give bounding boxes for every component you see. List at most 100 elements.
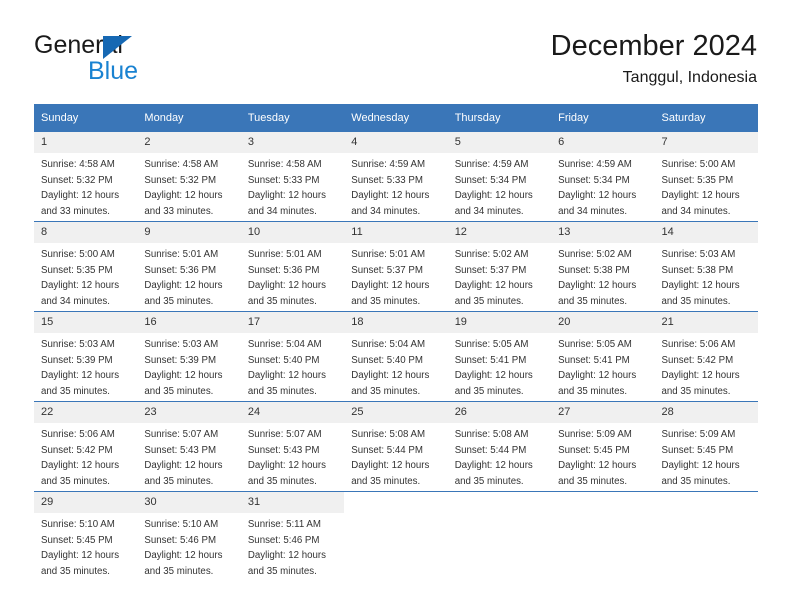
calendar-day-cell-empty (654, 491, 758, 581)
calendar-week-row: 1 Sunrise: 4:58 AM Sunset: 5:32 PM Dayli… (34, 132, 758, 222)
daylight-text-line2: and 35 minutes. (454, 476, 524, 488)
sunset-text: Sunset: 5:35 PM (661, 174, 734, 186)
day-number: 23 (137, 402, 241, 423)
day-details: Sunrise: 5:09 AM Sunset: 5:45 PM Dayligh… (551, 423, 654, 490)
sunset-text: Sunset: 5:43 PM (247, 444, 320, 456)
calendar-day-cell[interactable]: 10 Sunrise: 5:01 AM Sunset: 5:36 PM Dayl… (240, 221, 345, 312)
day-details: Sunrise: 5:05 AM Sunset: 5:41 PM Dayligh… (448, 333, 551, 400)
calendar-day-cell[interactable]: 28 Sunrise: 5:09 AM Sunset: 5:45 PM Dayl… (654, 401, 758, 492)
daylight-text-line2: and 35 minutes. (144, 566, 214, 578)
calendar-day-cell[interactable]: 27 Sunrise: 5:09 AM Sunset: 5:45 PM Dayl… (551, 401, 655, 492)
daylight-text-line1: Daylight: 12 hours (41, 190, 120, 202)
calendar-day-cell[interactable]: 24 Sunrise: 5:07 AM Sunset: 5:43 PM Dayl… (240, 401, 345, 492)
sunset-text: Sunset: 5:37 PM (454, 264, 527, 276)
calendar-day-cell[interactable]: 15 Sunrise: 5:03 AM Sunset: 5:39 PM Dayl… (34, 311, 138, 402)
daylight-text-line1: Daylight: 12 hours (661, 370, 740, 382)
sunset-text: Sunset: 5:38 PM (661, 264, 734, 276)
day-number: 12 (447, 222, 552, 243)
sunset-text: Sunset: 5:38 PM (558, 264, 630, 276)
daylight-text-line2: and 35 minutes. (144, 386, 214, 398)
sunrise-text: Sunrise: 5:11 AM (247, 519, 321, 530)
day-details: Sunrise: 4:58 AM Sunset: 5:32 PM Dayligh… (137, 153, 240, 220)
calendar-day-cell[interactable]: 17 Sunrise: 5:04 AM Sunset: 5:40 PM Dayl… (240, 311, 345, 402)
day-details: Sunrise: 5:10 AM Sunset: 5:45 PM Dayligh… (34, 513, 137, 580)
daylight-text-line1: Daylight: 12 hours (661, 280, 740, 292)
day-details: Sunrise: 5:05 AM Sunset: 5:41 PM Dayligh… (551, 333, 654, 400)
calendar-day-cell[interactable]: 11 Sunrise: 5:01 AM Sunset: 5:37 PM Dayl… (344, 221, 448, 312)
day-number: 18 (344, 312, 448, 333)
calendar-day-cell[interactable]: 19 Sunrise: 5:05 AM Sunset: 5:41 PM Dayl… (447, 311, 552, 402)
sunset-text: Sunset: 5:45 PM (558, 444, 630, 456)
calendar-day-cell[interactable]: 9 Sunrise: 5:01 AM Sunset: 5:36 PM Dayli… (137, 221, 241, 312)
day-details: Sunrise: 5:07 AM Sunset: 5:43 PM Dayligh… (137, 423, 240, 490)
sunrise-text: Sunrise: 5:02 AM (558, 249, 632, 260)
day-number: 29 (34, 492, 138, 513)
calendar-day-cell[interactable]: 8 Sunrise: 5:00 AM Sunset: 5:35 PM Dayli… (34, 221, 138, 312)
day-details: Sunrise: 5:03 AM Sunset: 5:39 PM Dayligh… (34, 333, 137, 400)
general-blue-logo[interactable]: General Blue (34, 33, 214, 85)
daylight-text-line2: and 35 minutes. (351, 476, 421, 488)
day-details: Sunrise: 5:03 AM Sunset: 5:39 PM Dayligh… (137, 333, 240, 400)
day-number: 25 (344, 402, 448, 423)
calendar-day-cell[interactable]: 29 Sunrise: 5:10 AM Sunset: 5:45 PM Dayl… (34, 491, 138, 581)
calendar-day-cell[interactable]: 31 Sunrise: 5:11 AM Sunset: 5:46 PM Dayl… (240, 491, 345, 581)
calendar-day-cell[interactable]: 4 Sunrise: 4:59 AM Sunset: 5:33 PM Dayli… (344, 132, 448, 222)
calendar-day-cell[interactable]: 1 Sunrise: 4:58 AM Sunset: 5:32 PM Dayli… (34, 132, 138, 222)
day-number: 31 (240, 492, 345, 513)
sunrise-text: Sunrise: 5:09 AM (661, 429, 736, 440)
daylight-text-line1: Daylight: 12 hours (351, 370, 430, 382)
day-details: Sunrise: 5:03 AM Sunset: 5:38 PM Dayligh… (655, 243, 758, 310)
sunset-text: Sunset: 5:45 PM (41, 534, 113, 546)
day-number (551, 492, 654, 513)
calendar-day-cell[interactable]: 25 Sunrise: 5:08 AM Sunset: 5:44 PM Dayl… (344, 401, 448, 492)
sunrise-text: Sunrise: 5:01 AM (351, 249, 426, 260)
daylight-text-line1: Daylight: 12 hours (558, 280, 637, 292)
calendar-day-cell[interactable]: 12 Sunrise: 5:02 AM Sunset: 5:37 PM Dayl… (447, 221, 552, 312)
calendar-day-cell-empty (551, 491, 655, 581)
daylight-text-line1: Daylight: 12 hours (247, 460, 326, 472)
calendar-day-cell[interactable]: 23 Sunrise: 5:07 AM Sunset: 5:43 PM Dayl… (137, 401, 241, 492)
page-title: December 2024 (550, 30, 757, 62)
day-details: Sunrise: 5:01 AM Sunset: 5:36 PM Dayligh… (241, 243, 344, 310)
daylight-text-line2: and 35 minutes. (144, 476, 214, 488)
day-details: Sunrise: 4:58 AM Sunset: 5:33 PM Dayligh… (241, 153, 344, 220)
sunrise-text: Sunrise: 5:04 AM (351, 339, 426, 350)
calendar-day-cell[interactable]: 5 Sunrise: 4:59 AM Sunset: 5:34 PM Dayli… (447, 132, 552, 222)
calendar-day-cell[interactable]: 30 Sunrise: 5:10 AM Sunset: 5:46 PM Dayl… (137, 491, 241, 581)
day-details: Sunrise: 4:59 AM Sunset: 5:33 PM Dayligh… (344, 153, 447, 220)
day-details: Sunrise: 5:00 AM Sunset: 5:35 PM Dayligh… (34, 243, 137, 310)
logo-triangle-icon (103, 36, 132, 59)
calendar-day-cell[interactable]: 20 Sunrise: 5:05 AM Sunset: 5:41 PM Dayl… (551, 311, 655, 402)
day-number: 1 (34, 132, 138, 153)
calendar-day-cell[interactable]: 6 Sunrise: 4:59 AM Sunset: 5:34 PM Dayli… (551, 132, 655, 222)
calendar-day-cell[interactable]: 7 Sunrise: 5:00 AM Sunset: 5:35 PM Dayli… (654, 132, 758, 222)
calendar-day-cell[interactable]: 3 Sunrise: 4:58 AM Sunset: 5:33 PM Dayli… (240, 132, 345, 222)
sunrise-text: Sunrise: 4:59 AM (558, 159, 632, 170)
calendar-day-cell[interactable]: 14 Sunrise: 5:03 AM Sunset: 5:38 PM Dayl… (654, 221, 758, 312)
day-number (344, 492, 447, 513)
daylight-text-line1: Daylight: 12 hours (247, 190, 326, 202)
sunrise-text: Sunrise: 5:10 AM (41, 519, 115, 530)
day-number: 3 (240, 132, 345, 153)
calendar-day-cell[interactable]: 2 Sunrise: 4:58 AM Sunset: 5:32 PM Dayli… (137, 132, 241, 222)
calendar-day-cell[interactable]: 26 Sunrise: 5:08 AM Sunset: 5:44 PM Dayl… (447, 401, 552, 492)
calendar-day-cell[interactable]: 18 Sunrise: 5:04 AM Sunset: 5:40 PM Dayl… (344, 311, 448, 402)
sunrise-text: Sunrise: 5:10 AM (144, 519, 219, 530)
calendar-day-cell[interactable]: 13 Sunrise: 5:02 AM Sunset: 5:38 PM Dayl… (551, 221, 655, 312)
day-details: Sunrise: 5:00 AM Sunset: 5:35 PM Dayligh… (655, 153, 758, 220)
sunset-text: Sunset: 5:32 PM (41, 174, 113, 186)
calendar-day-cell[interactable]: 22 Sunrise: 5:06 AM Sunset: 5:42 PM Dayl… (34, 401, 138, 492)
daylight-text-line1: Daylight: 12 hours (661, 460, 740, 472)
day-number: 28 (654, 402, 758, 423)
sunset-text: Sunset: 5:33 PM (247, 174, 320, 186)
sunrise-text: Sunrise: 5:06 AM (661, 339, 736, 350)
daylight-text-line1: Daylight: 12 hours (454, 190, 533, 202)
daylight-text-line1: Daylight: 12 hours (144, 550, 223, 562)
day-number: 17 (240, 312, 345, 333)
sunrise-text: Sunrise: 5:07 AM (144, 429, 219, 440)
daylight-text-line1: Daylight: 12 hours (454, 370, 533, 382)
calendar-day-cell[interactable]: 21 Sunrise: 5:06 AM Sunset: 5:42 PM Dayl… (654, 311, 758, 402)
calendar-day-cell[interactable]: 16 Sunrise: 5:03 AM Sunset: 5:39 PM Dayl… (137, 311, 241, 402)
daylight-text-line2: and 35 minutes. (661, 296, 731, 308)
weekday-header-saturday: Saturday (654, 104, 758, 132)
